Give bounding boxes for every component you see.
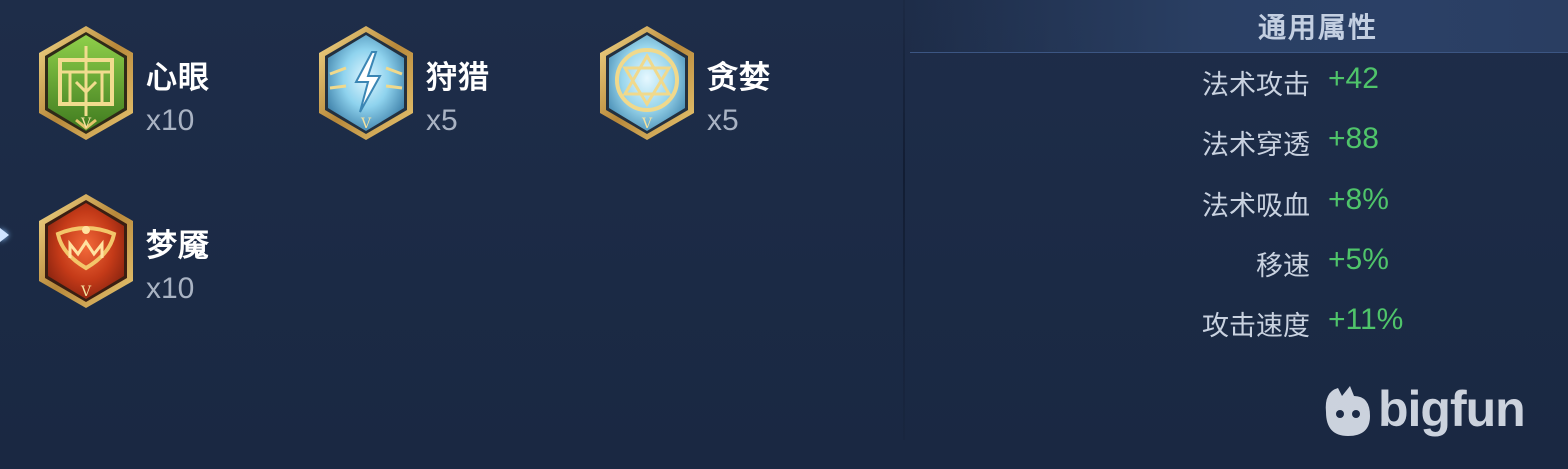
- inscription-item-mengyan[interactable]: V 梦魇 x10: [36, 192, 296, 312]
- watermark-text: bigfun: [1378, 381, 1526, 437]
- xinyan-green-icon: V: [39, 26, 133, 140]
- attributes-title: 通用属性: [1257, 11, 1378, 44]
- tanlan-star-icon: V: [600, 26, 694, 140]
- attribute-row-magic-attack: 法术攻击 +42: [1100, 62, 1520, 103]
- inscription-item-tanlan[interactable]: V 贪婪 x5: [597, 24, 857, 144]
- attribute-label: 攻击速度: [1202, 311, 1310, 342]
- svg-text:V: V: [360, 116, 372, 132]
- inscription-count: x5: [426, 104, 458, 137]
- attribute-value: +88: [1328, 122, 1379, 155]
- attribute-label: 法术穿透: [1202, 130, 1310, 161]
- shoulie-lightning-icon: V: [319, 26, 413, 140]
- svg-text:V: V: [80, 116, 92, 132]
- inscription-name: 狩猎: [426, 60, 490, 96]
- inscription-count: x5: [707, 104, 739, 137]
- attribute-row-magic-lifesteal: 法术吸血 +8%: [1100, 183, 1520, 224]
- attribute-value: +8%: [1328, 183, 1389, 216]
- attribute-label: 移速: [1256, 251, 1310, 282]
- attribute-value: +5%: [1328, 243, 1389, 276]
- attribute-label: 法术攻击: [1202, 70, 1310, 101]
- svg-text:V: V: [641, 116, 653, 132]
- inscription-panel: V 心眼 x10 V 狩猎 x5 V 贪婪 x5 V 梦魇 x10 通用属性 法…: [0, 0, 1568, 469]
- mengyan-red-icon: V: [39, 194, 133, 308]
- inscription-name: 心眼: [146, 60, 210, 96]
- attribute-row-attack-speed: 攻击速度 +11%: [1100, 303, 1520, 344]
- inscription-item-xinyan[interactable]: V 心眼 x10: [36, 24, 296, 144]
- attribute-row-magic-penetration: 法术穿透 +88: [1100, 122, 1520, 163]
- panel-divider: [903, 0, 905, 440]
- inscription-count: x10: [146, 272, 195, 305]
- attribute-row-move-speed: 移速 +5%: [1100, 243, 1520, 284]
- inscription-item-shoulie[interactable]: V 狩猎 x5: [316, 24, 576, 144]
- svg-text:V: V: [80, 284, 92, 300]
- inscription-count: x10: [146, 104, 195, 137]
- inscription-name: 贪婪: [707, 60, 771, 96]
- bigfun-mascot-icon: [1325, 386, 1370, 436]
- bigfun-watermark: bigfun: [1318, 380, 1548, 450]
- attribute-value: +11%: [1328, 303, 1404, 336]
- attribute-value: +42: [1328, 62, 1379, 95]
- selection-arrow-icon: [0, 228, 9, 242]
- inscription-name: 梦魇: [146, 228, 210, 264]
- attribute-label: 法术吸血: [1202, 191, 1310, 222]
